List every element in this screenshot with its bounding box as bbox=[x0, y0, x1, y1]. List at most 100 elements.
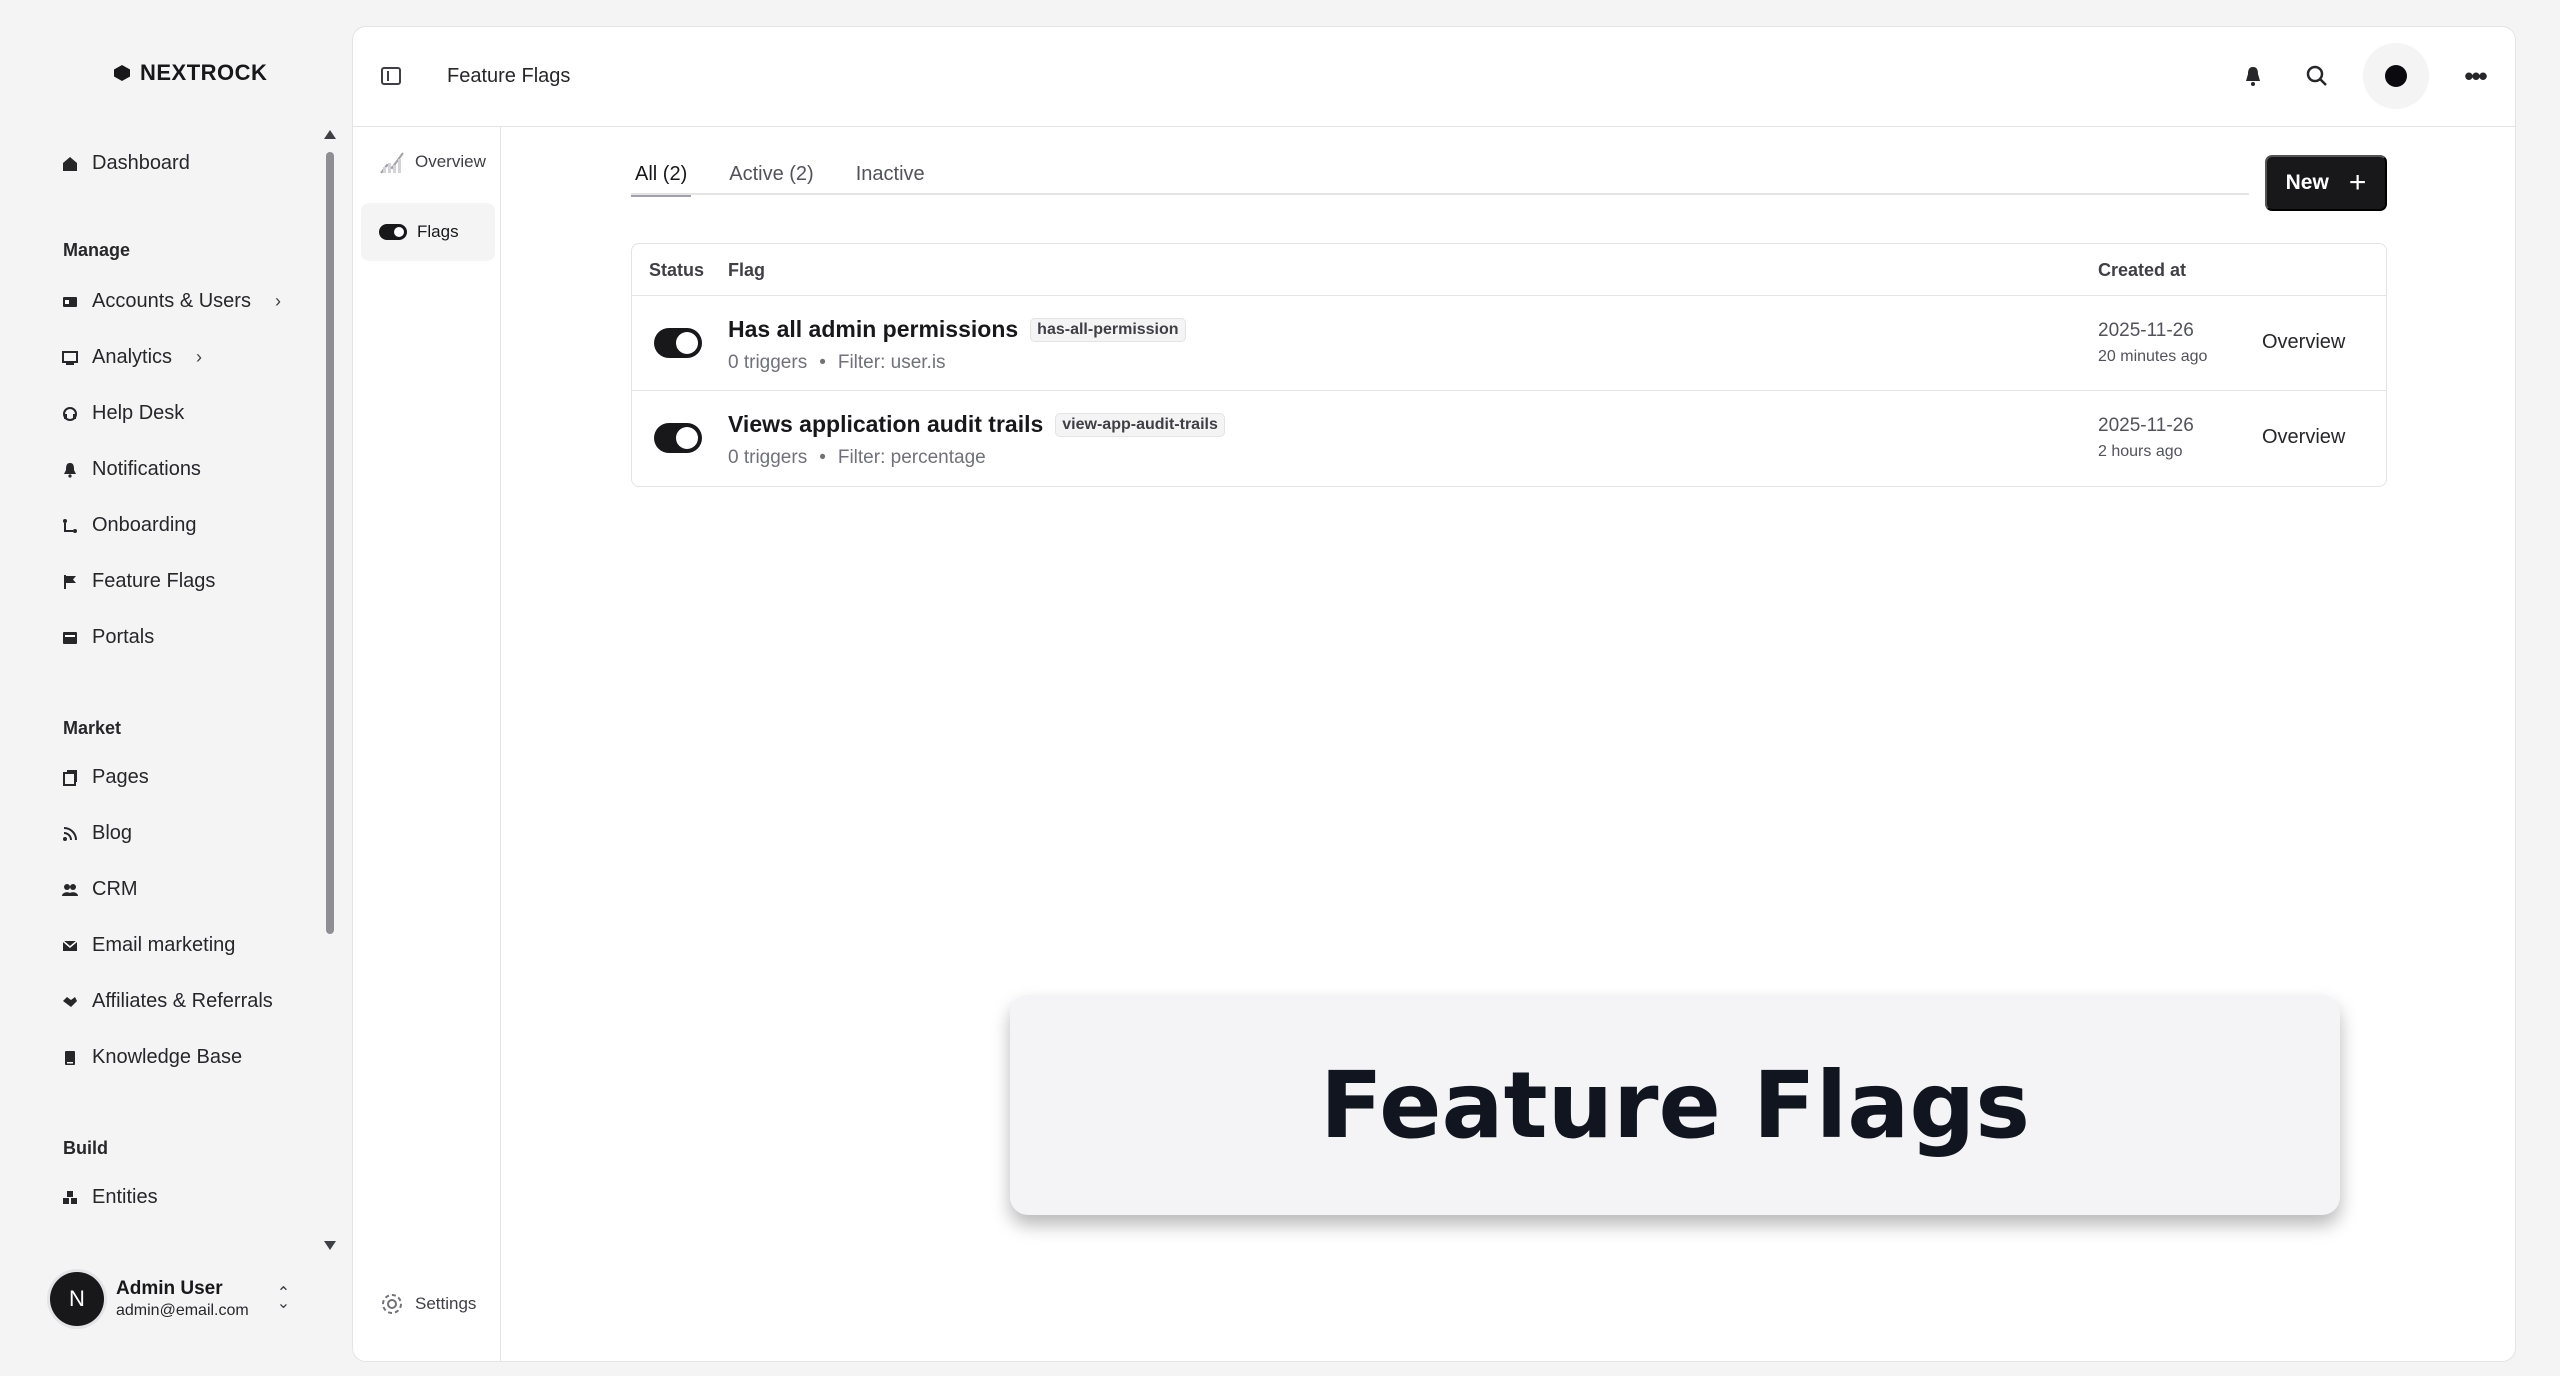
status-toggle[interactable] bbox=[654, 423, 702, 453]
flag-name[interactable]: Views application audit trails bbox=[728, 411, 1043, 438]
cubes-icon bbox=[62, 1190, 78, 1206]
sidebar-item-label: Analytics bbox=[92, 346, 173, 368]
user-menu[interactable]: N Admin User admin@email.com ⌃ ⌄ bbox=[50, 1272, 290, 1326]
profile-button[interactable] bbox=[2363, 43, 2429, 109]
created-date: 2025-11-26 bbox=[2098, 320, 2194, 341]
flag-key-badge: view-app-audit-trails bbox=[1055, 412, 1225, 437]
flag-tabs: All (2) Active (2) Inactive bbox=[631, 163, 2249, 197]
overview-link[interactable]: Overview bbox=[2262, 426, 2345, 449]
sidebar-item-pages[interactable]: Pages bbox=[62, 766, 149, 789]
sidebar-item-label: Feature Flags bbox=[92, 570, 216, 592]
flag-filter: Filter: percentage bbox=[837, 447, 986, 468]
sidebar-item-onboarding[interactable]: Onboarding bbox=[62, 514, 197, 537]
sidebar-item-dashboard[interactable]: Dashboard bbox=[62, 152, 190, 175]
bell-icon bbox=[62, 462, 78, 478]
subnav-item-label: Overview bbox=[415, 152, 486, 171]
sidebar-item-label: Email marketing bbox=[92, 934, 236, 956]
section-label-market: Market bbox=[63, 718, 122, 738]
sidebar-item-blog[interactable]: Blog bbox=[62, 822, 132, 845]
route-icon bbox=[62, 518, 78, 534]
mail-icon bbox=[62, 938, 78, 954]
subnav-item-settings[interactable]: Settings bbox=[361, 1275, 495, 1333]
sidebar-item-label: Affiliates & Referrals bbox=[92, 990, 273, 1012]
breadcrumb: Feature Flags bbox=[447, 65, 571, 87]
user-name: Admin User bbox=[116, 1278, 223, 1299]
sidebar-item-email-marketing[interactable]: Email marketing bbox=[62, 934, 235, 957]
sidebar-item-label: CRM bbox=[92, 878, 138, 900]
headset-icon bbox=[62, 406, 78, 422]
sidebar-item-entities[interactable]: Entities bbox=[62, 1186, 158, 1209]
gear-icon bbox=[382, 1294, 402, 1314]
flag-name[interactable]: Has all admin permissions bbox=[728, 316, 1018, 343]
search-button[interactable] bbox=[2299, 58, 2335, 94]
sidebar-item-accounts-users[interactable]: Accounts & Users › bbox=[62, 290, 281, 313]
plus-icon: + bbox=[2348, 166, 2367, 199]
brand-logo[interactable]: NEXTROCK bbox=[114, 60, 267, 86]
flag-triggers: 0 triggers bbox=[728, 352, 808, 373]
tab-all[interactable]: All (2) bbox=[631, 163, 692, 197]
sidebar-item-label: Help Desk bbox=[92, 402, 185, 424]
flags-table: Status Flag Created at Has all admin per… bbox=[631, 243, 2387, 487]
sidebar-item-label: Accounts & Users bbox=[92, 290, 251, 312]
column-header-flag: Flag bbox=[728, 260, 766, 280]
new-flag-button[interactable]: New + bbox=[2265, 155, 2387, 211]
overlay-title: Feature Flags bbox=[1320, 1051, 2030, 1159]
sidebar-item-crm[interactable]: CRM bbox=[62, 878, 138, 901]
tab-active[interactable]: Active (2) bbox=[725, 163, 817, 195]
search-icon bbox=[2306, 65, 2327, 86]
created-date: 2025-11-26 bbox=[2098, 415, 2194, 436]
new-button-label: New bbox=[2285, 171, 2329, 194]
chevron-right-icon: › bbox=[196, 347, 203, 367]
flag-key-badge: has-all-permission bbox=[1030, 317, 1186, 342]
profile-icon bbox=[2385, 65, 2407, 87]
column-header-created: Created at bbox=[2098, 260, 2187, 280]
sidebar-item-label: Pages bbox=[92, 766, 149, 788]
book-icon bbox=[62, 1050, 78, 1066]
sidebar-item-notifications[interactable]: Notifications bbox=[62, 458, 201, 481]
sidebar-nav: Dashboard Manage Accounts & Users › Anal… bbox=[0, 130, 330, 1250]
table-row[interactable]: Views application audit trails view-app-… bbox=[632, 391, 2386, 486]
sidebar-scrollbar[interactable] bbox=[324, 130, 338, 1250]
overview-link[interactable]: Overview bbox=[2262, 331, 2345, 354]
sidebar-item-label: Onboarding bbox=[92, 514, 197, 536]
scroll-down-icon[interactable] bbox=[324, 1241, 336, 1250]
sidebar-item-portals[interactable]: Portals bbox=[62, 626, 154, 649]
subnav-item-label: Settings bbox=[415, 1294, 477, 1313]
tab-inactive[interactable]: Inactive bbox=[852, 163, 929, 195]
notifications-button[interactable] bbox=[2235, 58, 2271, 94]
sidebar-item-label: Entities bbox=[92, 1186, 158, 1208]
user-email: admin@email.com bbox=[116, 1302, 249, 1319]
table-row[interactable]: Has all admin permissions has-all-permis… bbox=[632, 296, 2386, 391]
subnav-item-flags[interactable]: Flags bbox=[361, 203, 495, 261]
rss-icon bbox=[62, 826, 78, 842]
chevron-up-down-icon: ⌃ ⌄ bbox=[276, 1285, 291, 1312]
flag-filter: Filter: user.is bbox=[837, 352, 946, 373]
sidebar-item-help-desk[interactable]: Help Desk bbox=[62, 402, 184, 425]
subnav-item-overview[interactable]: Overview bbox=[361, 133, 495, 191]
logo-icon bbox=[114, 65, 130, 81]
sidebar-item-label: Knowledge Base bbox=[92, 1046, 243, 1068]
avatar: N bbox=[50, 1272, 104, 1326]
section-label-manage: Manage bbox=[63, 240, 131, 260]
brand-name: NEXTROCK bbox=[140, 60, 268, 85]
sidebar-item-affiliates-referrals[interactable]: Affiliates & Referrals bbox=[62, 990, 273, 1013]
scroll-up-icon[interactable] bbox=[324, 130, 336, 139]
top-bar: Feature Flags ••• bbox=[353, 27, 2515, 127]
caption-overlay: Feature Flags bbox=[1010, 995, 2340, 1215]
more-options-icon[interactable]: ••• bbox=[2457, 61, 2493, 92]
sidebar-toggle-icon[interactable] bbox=[381, 67, 401, 85]
sidebar-item-label: Portals bbox=[92, 626, 155, 648]
flag-icon bbox=[62, 574, 78, 590]
flag-triggers: 0 triggers bbox=[728, 447, 808, 468]
users-icon bbox=[62, 882, 78, 898]
home-icon bbox=[62, 156, 78, 172]
handshake-icon bbox=[62, 994, 78, 1010]
sidebar-item-analytics[interactable]: Analytics › bbox=[62, 346, 202, 369]
bell-icon bbox=[2246, 67, 2260, 86]
feature-flags-subnav: Overview Flags Settings bbox=[353, 127, 501, 1361]
sidebar-item-feature-flags[interactable]: Feature Flags bbox=[62, 570, 215, 593]
status-toggle[interactable] bbox=[654, 328, 702, 358]
sidebar-item-label: Blog bbox=[92, 822, 133, 844]
scrollbar-thumb[interactable] bbox=[326, 152, 334, 934]
sidebar-item-knowledge-base[interactable]: Knowledge Base bbox=[62, 1046, 242, 1069]
